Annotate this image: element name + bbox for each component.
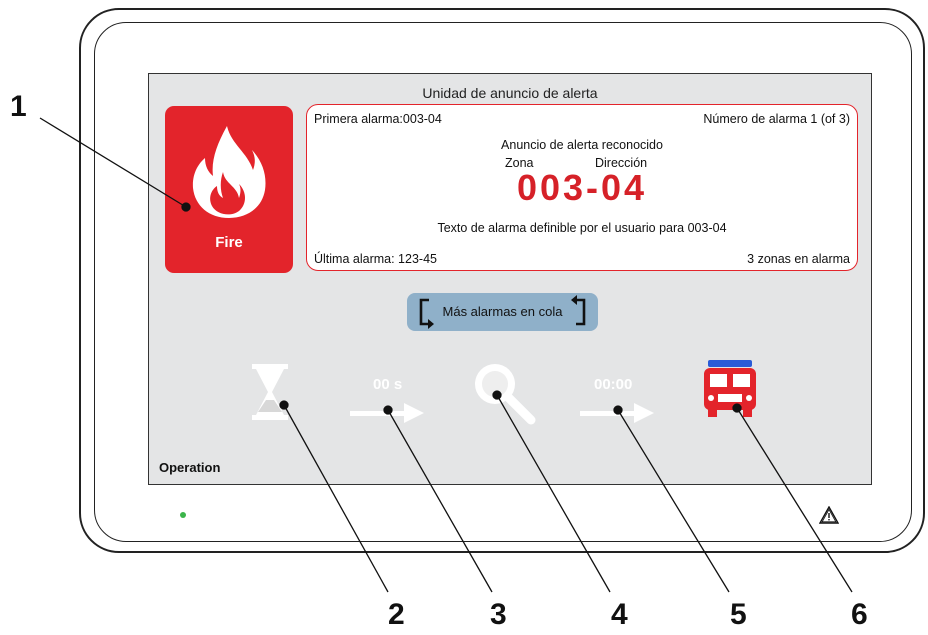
callout-2: 2 [388,598,405,631]
callout-1: 1 [10,90,27,123]
callout-4: 4 [611,598,628,631]
callout-5: 5 [730,598,747,631]
callout-3: 3 [490,598,507,631]
callout-leader-lines [39,117,853,593]
callout-6: 6 [851,598,868,631]
